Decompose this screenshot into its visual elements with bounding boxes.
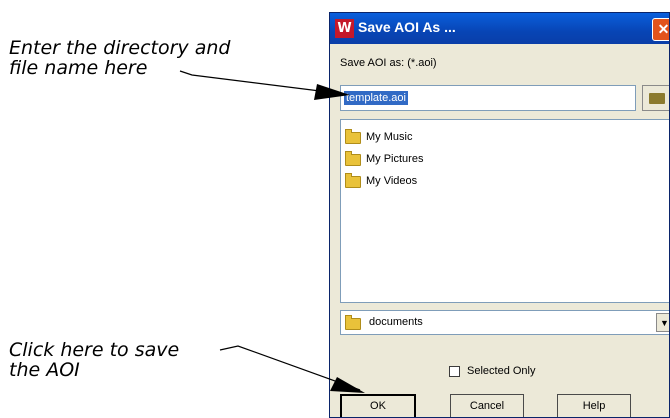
chevron-down-icon[interactable]: ▼ <box>656 313 669 332</box>
filename-value: template.aoi <box>344 91 408 105</box>
ok-callout-line-2: the AOI <box>9 359 80 381</box>
file-list[interactable]: My Music My Pictures My Videos <box>340 119 669 303</box>
filename-callout-line-2: file name here <box>9 57 148 79</box>
folder-icon <box>345 151 361 166</box>
filename-input[interactable]: template.aoi <box>340 85 636 111</box>
cancel-button[interactable]: Cancel <box>450 394 524 417</box>
filename-callout-line-1: Enter the directory and <box>9 37 231 59</box>
directory-value: documents <box>369 316 423 328</box>
open-folder-icon <box>649 93 665 104</box>
folder-icon <box>345 129 361 144</box>
list-item-label: My Videos <box>366 175 418 187</box>
app-icon: W <box>335 19 354 38</box>
list-item-label: My Music <box>366 131 413 143</box>
selected-only-checkbox[interactable] <box>449 366 460 377</box>
selected-only-label: Selected Only <box>467 365 536 377</box>
browse-button[interactable] <box>642 85 669 111</box>
help-button[interactable]: Help <box>557 394 631 417</box>
dialog-title: Save AOI As ... <box>358 19 456 35</box>
close-button[interactable]: ✕ <box>652 18 669 41</box>
save-as-label: Save AOI as: (*.aoi) <box>340 57 437 69</box>
ok-button[interactable]: OK <box>340 394 416 417</box>
save-aoi-dialog: W Save AOI As ... ✕ Save AOI as: (*.aoi)… <box>329 12 670 418</box>
directory-select[interactable]: documents ▼ <box>340 310 669 335</box>
folder-icon <box>345 173 361 188</box>
ok-callout-line-1: Click here to save <box>9 339 180 361</box>
title-bar[interactable]: W Save AOI As ... ✕ <box>330 13 669 44</box>
list-item-label: My Pictures <box>366 153 424 165</box>
filename-callout: Enter the directory and file name here <box>9 38 230 78</box>
folder-icon <box>345 315 361 330</box>
ok-callout: Click here to save the AOI <box>9 340 179 380</box>
